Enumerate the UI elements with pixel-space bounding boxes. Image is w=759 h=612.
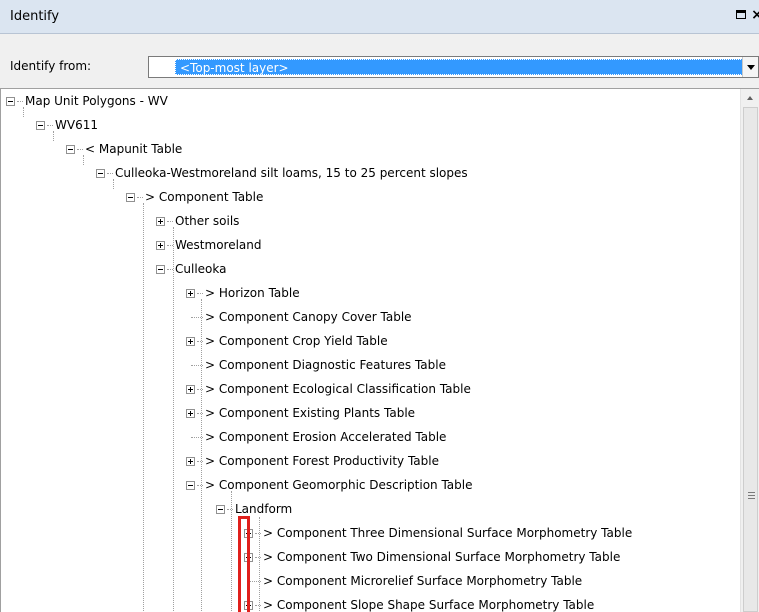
tree-node-label: > Component Canopy Cover Table bbox=[205, 310, 412, 324]
tree-node-label: < Mapunit Table bbox=[85, 142, 183, 156]
tree-node-label: Map Unit Polygons - WV bbox=[25, 94, 168, 108]
tree-node-landform[interactable]: Landform bbox=[1, 501, 601, 519]
collapse-icon[interactable] bbox=[66, 145, 75, 154]
tree-node-label: > Component Slope Shape Surface Morphome… bbox=[263, 598, 595, 612]
tree-node-label: Other soils bbox=[175, 214, 240, 228]
tree-node-microrelief[interactable]: > Component Microrelief Surface Morphome… bbox=[1, 573, 721, 591]
tree-node-label: Culleoka-Westmoreland silt loams, 15 to … bbox=[115, 166, 468, 180]
tree-node-label: > Component Two Dimensional Surface Morp… bbox=[263, 550, 621, 564]
tree-node-label: > Horizon Table bbox=[205, 286, 300, 300]
maximize-icon[interactable] bbox=[733, 6, 749, 24]
tree-node-label: Culleoka bbox=[175, 262, 227, 276]
tree-node-crop-yield[interactable]: > Component Crop Yield Table bbox=[1, 333, 601, 351]
tree-node-label: Westmoreland bbox=[175, 238, 262, 252]
tree-node-label: > Component Three Dimensional Surface Mo… bbox=[263, 526, 633, 540]
tree-node-other-soils[interactable]: Other soils bbox=[1, 213, 601, 231]
tree-node-component-table[interactable]: > Component Table bbox=[1, 189, 601, 207]
expand-icon[interactable] bbox=[186, 409, 195, 418]
tree-node-two-dimensional[interactable]: > Component Two Dimensional Surface Morp… bbox=[1, 549, 721, 567]
collapse-icon[interactable] bbox=[126, 193, 135, 202]
tree-node-label: > Component Crop Yield Table bbox=[205, 334, 388, 348]
scroll-thumb[interactable] bbox=[743, 107, 758, 612]
results-tree[interactable]: Map Unit Polygons - WV WV611 < Mapunit T… bbox=[0, 88, 759, 612]
identify-from-row: Identify from: <Top-most layer> bbox=[0, 34, 759, 88]
tree-node-westmoreland[interactable]: Westmoreland bbox=[1, 237, 601, 255]
tree-node-label: > Component Existing Plants Table bbox=[205, 406, 416, 420]
collapse-icon[interactable] bbox=[36, 121, 45, 130]
title-bar: Identify × bbox=[0, 0, 759, 34]
tree-node-label: > Component Microrelief Surface Morphome… bbox=[263, 574, 583, 588]
tree-node-culleoka-westmoreland[interactable]: Culleoka-Westmoreland silt loams, 15 to … bbox=[1, 165, 701, 183]
window-title: Identify bbox=[10, 9, 60, 24]
tree-node-label: > Component Geomorphic Description Table bbox=[205, 478, 473, 492]
tree-node-erosion-accelerated[interactable]: > Component Erosion Accelerated Table bbox=[1, 429, 601, 447]
close-icon[interactable]: × bbox=[749, 6, 759, 24]
tree-node-label: Landform bbox=[235, 502, 293, 516]
collapse-icon[interactable] bbox=[186, 481, 195, 490]
tree-node-ecological-classification[interactable]: > Component Ecological Classification Ta… bbox=[1, 381, 601, 399]
collapse-icon[interactable] bbox=[156, 265, 165, 274]
expand-icon[interactable] bbox=[186, 385, 195, 394]
tree-node-horizon-table[interactable]: > Horizon Table bbox=[1, 285, 601, 303]
tree-node-canopy-cover[interactable]: > Component Canopy Cover Table bbox=[1, 309, 601, 327]
tree-node-existing-plants[interactable]: > Component Existing Plants Table bbox=[1, 405, 601, 423]
tree-node-label: > Component Table bbox=[145, 190, 264, 204]
tree-node-forest-productivity[interactable]: > Component Forest Productivity Table bbox=[1, 453, 601, 471]
tree-node-wv611[interactable]: WV611 bbox=[1, 117, 601, 135]
collapse-icon[interactable] bbox=[216, 505, 225, 514]
expand-icon[interactable] bbox=[186, 337, 195, 346]
tree-node-map-unit-polygons[interactable]: Map Unit Polygons - WV bbox=[1, 93, 601, 111]
expand-icon[interactable] bbox=[156, 241, 165, 250]
tree-node-culleoka[interactable]: Culleoka bbox=[1, 261, 601, 279]
vertical-scrollbar[interactable] bbox=[740, 89, 759, 612]
identify-from-value: <Top-most layer> bbox=[175, 59, 743, 75]
tree-node-label: > Component Forest Productivity Table bbox=[205, 454, 439, 468]
collapse-icon[interactable] bbox=[6, 97, 15, 106]
red-highlight-annotation bbox=[238, 516, 250, 612]
identify-from-label: Identify from: bbox=[10, 59, 92, 73]
chevron-down-icon[interactable] bbox=[742, 57, 758, 77]
tree-node-mapunit-table[interactable]: < Mapunit Table bbox=[1, 141, 601, 159]
expand-icon[interactable] bbox=[156, 217, 165, 226]
tree-node-label: WV611 bbox=[55, 118, 98, 132]
tree-node-label: > Component Diagnostic Features Table bbox=[205, 358, 446, 372]
identify-from-dropdown[interactable]: <Top-most layer> bbox=[148, 56, 759, 78]
tree-node-slope-shape[interactable]: > Component Slope Shape Surface Morphome… bbox=[1, 597, 721, 612]
expand-icon[interactable] bbox=[186, 289, 195, 298]
tree-node-geomorphic-description[interactable]: > Component Geomorphic Description Table bbox=[1, 477, 601, 495]
collapse-icon[interactable] bbox=[96, 169, 105, 178]
tree-node-label: > Component Erosion Accelerated Table bbox=[205, 430, 447, 444]
tree-node-three-dimensional[interactable]: > Component Three Dimensional Surface Mo… bbox=[1, 525, 721, 543]
scroll-up-icon[interactable] bbox=[741, 89, 759, 106]
expand-icon[interactable] bbox=[186, 457, 195, 466]
tree-node-diagnostic-features[interactable]: > Component Diagnostic Features Table bbox=[1, 357, 601, 375]
identify-window: Identify × Identify from: <Top-most laye… bbox=[0, 0, 759, 612]
tree-node-label: > Component Ecological Classification Ta… bbox=[205, 382, 471, 396]
